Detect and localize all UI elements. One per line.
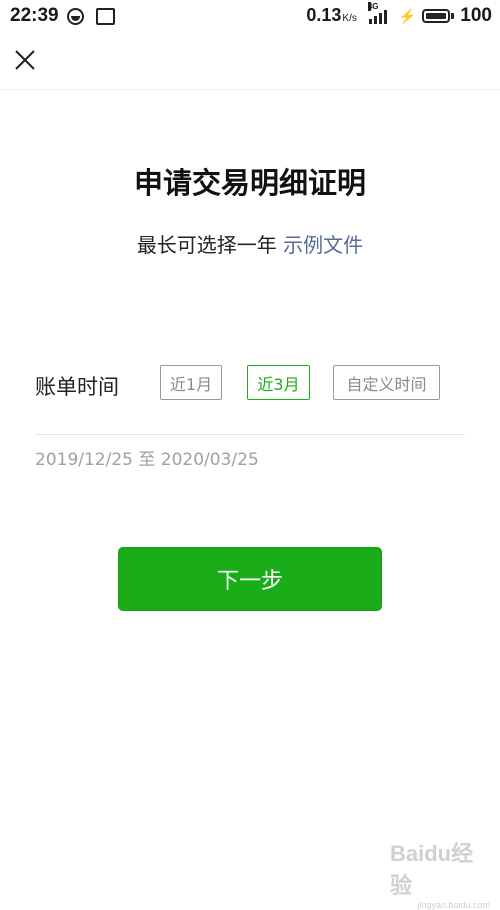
divider <box>35 434 465 435</box>
option-custom-time[interactable]: 自定义时间 <box>333 365 440 400</box>
bill-time-row: 账单时间 近1月 近3月 自定义时间 <box>35 365 465 405</box>
charging-icon: ⚡ <box>399 8 416 25</box>
subtitle-text: 最长可选择一年 <box>137 233 277 257</box>
bill-time-label: 账单时间 <box>35 371 119 401</box>
date-range: 2019/12/25 至 2020/03/25 <box>35 445 259 470</box>
battery-level: 100 <box>460 5 492 27</box>
next-button[interactable]: 下一步 <box>118 547 382 611</box>
option-last-1-month[interactable]: 近1月 <box>160 365 222 400</box>
battery-icon <box>422 9 450 23</box>
subtitle-row: 最长可选择一年 示例文件 <box>0 229 500 258</box>
header <box>0 34 500 90</box>
watermark-brand: Baidu经验 <box>390 836 490 900</box>
net-speed-value: 0.13 <box>306 5 341 25</box>
status-time: 22:39 <box>10 5 59 27</box>
image-notification-icon <box>96 8 115 25</box>
battery-tip <box>451 13 454 19</box>
page-title: 申请交易明细证明 <box>0 160 500 202</box>
close-icon[interactable] <box>13 48 37 72</box>
do-not-disturb-icon <box>67 8 84 25</box>
option-last-3-months[interactable]: 近3月 <box>247 365 310 400</box>
net-speed: 0.13K/s <box>306 5 357 27</box>
signal-icon: 4G <box>369 8 387 24</box>
watermark-url: jingyan.baidu.com <box>417 900 490 910</box>
status-bar: 22:39 0.13K/s 4G ⚡ 100 <box>0 0 500 34</box>
network-type: 4G <box>368 2 371 11</box>
status-right-group: 0.13K/s 4G ⚡ 100 <box>306 5 492 27</box>
watermark: Baidu经验 jingyan.baidu.com <box>390 836 490 881</box>
net-speed-unit: K/s <box>342 13 356 24</box>
sample-file-link[interactable]: 示例文件 <box>283 233 363 257</box>
